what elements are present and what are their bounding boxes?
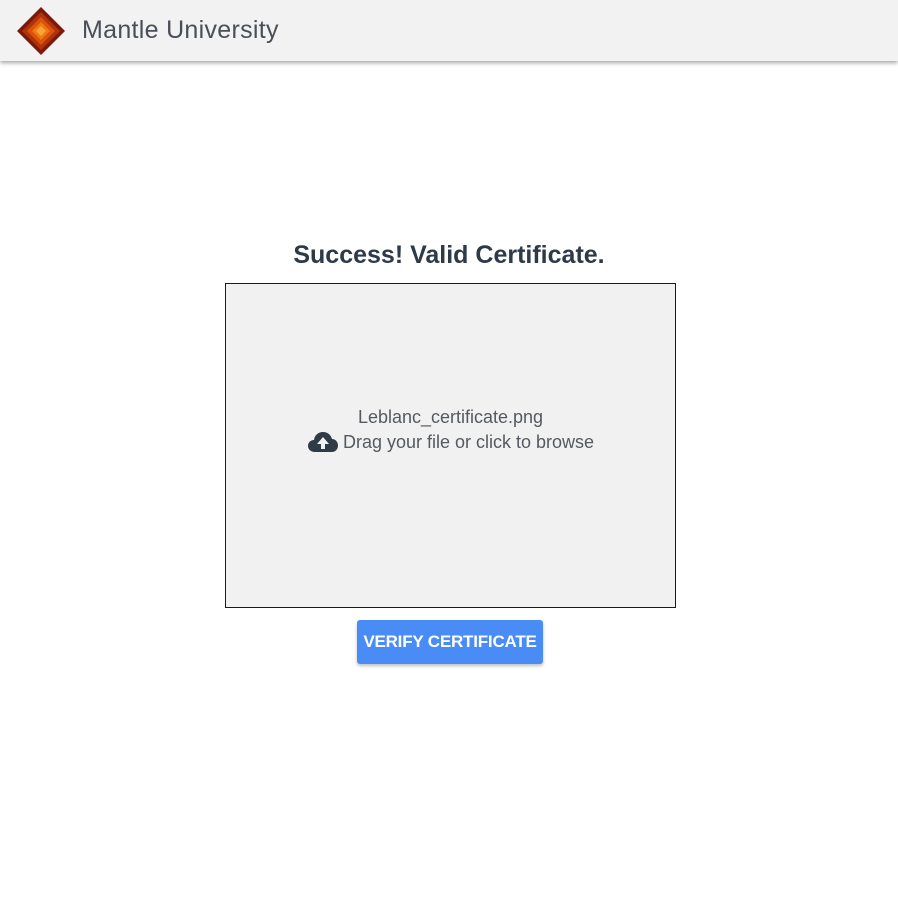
brand-name[interactable]: Mantle University — [82, 15, 279, 45]
selected-filename: Leblanc_certificate.png — [357, 407, 544, 427]
top-app-bar: Mantle University — [0, 0, 898, 61]
cloud-upload-icon — [307, 432, 338, 452]
verify-certificate-button[interactable]: VERIFY CERTIFICATE — [357, 620, 543, 664]
file-dropzone[interactable]: Leblanc_certificate.png Drag your file o… — [225, 283, 676, 608]
status-title: Success! Valid Certificate. — [293, 241, 605, 269]
dropzone-hint: Drag your file or click to browse — [342, 432, 595, 452]
dropzone-hint-row: Drag your file or click to browse — [226, 430, 675, 454]
university-logo-icon[interactable] — [16, 6, 66, 56]
